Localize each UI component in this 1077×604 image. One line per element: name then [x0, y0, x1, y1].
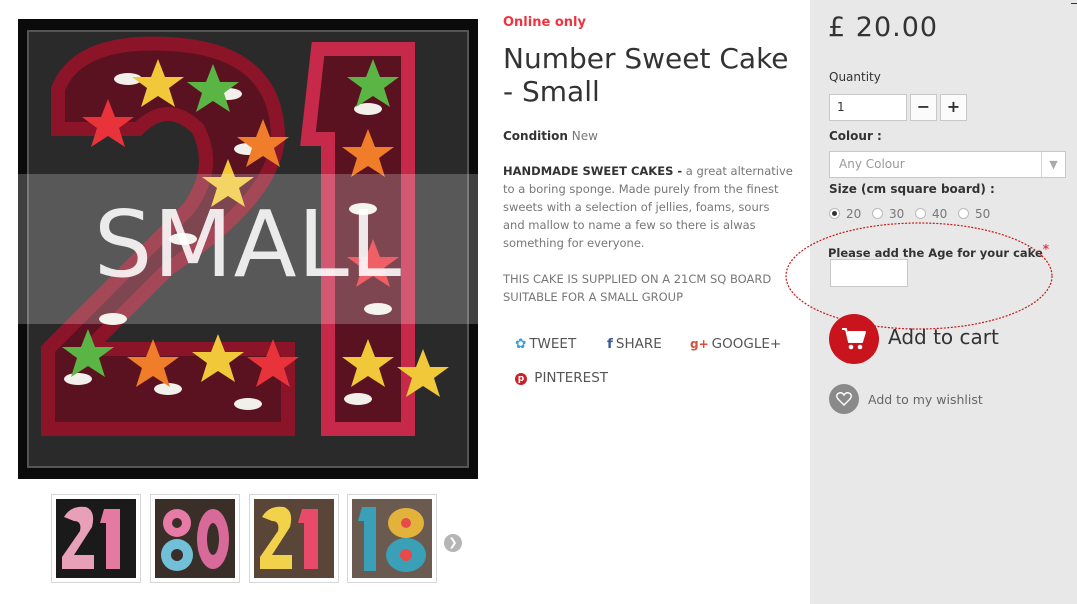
thumbnail-next-arrow-icon[interactable]: ❯ — [444, 534, 462, 552]
quantity-label: Quantity — [829, 70, 881, 84]
colour-label: Colour : — [829, 129, 882, 143]
size-option-20[interactable]: 20 — [829, 207, 861, 221]
thumbnail-1[interactable] — [51, 494, 141, 583]
plus-icon: + — [946, 97, 961, 116]
google-plus-icon: g+ — [690, 337, 709, 351]
share-google-label: GOOGLE+ — [711, 336, 782, 352]
wishlist-label[interactable]: Add to my wishlist — [868, 392, 983, 407]
radio-icon[interactable] — [915, 208, 926, 219]
size-label: Size (cm square board) : — [829, 182, 995, 196]
condition-label: Condition — [503, 129, 568, 143]
add-to-cart-button[interactable] — [829, 314, 879, 364]
age-input[interactable] — [830, 259, 908, 287]
size-option-30[interactable]: 30 — [872, 207, 904, 221]
share-pinterest-button[interactable]: p PINTEREST — [515, 370, 608, 386]
purchase-panel — [810, 0, 1077, 604]
thumbnail-image — [56, 499, 136, 578]
quantity-increase-button[interactable]: + — [940, 94, 967, 121]
colour-select[interactable]: Any Colour ▼ — [829, 151, 1066, 178]
share-tweet-button[interactable]: ✿ TWEET — [515, 336, 576, 352]
quantity-input[interactable]: 1 — [829, 94, 907, 121]
required-asterisk: * — [1042, 242, 1050, 256]
size-option-40[interactable]: 40 — [915, 207, 947, 221]
share-facebook-label: SHARE — [615, 336, 662, 352]
share-pinterest-label: PINTEREST — [534, 370, 609, 386]
product-board-note: THIS CAKE IS SUPPLIED ON A 21CM SQ BOARD… — [503, 272, 772, 304]
product-description: HANDMADE SWEET CAKES - a great alternati… — [503, 162, 793, 252]
radio-icon[interactable] — [872, 208, 883, 219]
colour-selected-value: Any Colour — [839, 157, 905, 171]
size-option-50[interactable]: 50 — [958, 207, 990, 221]
pinterest-icon: p — [515, 373, 527, 385]
online-only-badge: Online only — [503, 15, 586, 30]
cart-icon — [842, 328, 866, 350]
product-price: £ 20.00 — [828, 12, 939, 43]
chevron-down-icon[interactable]: ▼ — [1041, 152, 1065, 177]
wishlist-button[interactable] — [829, 384, 859, 414]
product-condition: Condition New — [503, 129, 598, 143]
share-tweet-label: TWEET — [529, 336, 577, 352]
heart-icon — [836, 392, 852, 406]
thumbnail-3[interactable] — [249, 494, 339, 583]
facebook-icon: f — [607, 336, 613, 352]
size-option-label: 50 — [975, 207, 991, 221]
corner-mark — [1071, 3, 1077, 4]
product-title: Number Sweet Cake - Small — [503, 42, 789, 108]
condition-value: New — [571, 129, 598, 143]
size-option-label: 40 — [932, 207, 948, 221]
image-overlay-text: SMALL — [93, 191, 403, 298]
thumbnail-2[interactable] — [150, 494, 240, 583]
radio-checked-icon[interactable] — [829, 208, 840, 219]
share-google-button[interactable]: g+ GOOGLE+ — [690, 336, 781, 352]
thumbnail-image — [352, 499, 432, 578]
age-label: Please add the Age for your cake* — [828, 242, 1049, 260]
main-product-image[interactable]: SMALL — [18, 19, 478, 479]
thumbnail-image — [155, 499, 235, 578]
quantity-decrease-button[interactable]: − — [910, 94, 937, 121]
thumbnail-image — [254, 499, 334, 578]
description-lead: HANDMADE SWEET CAKES - — [503, 164, 683, 178]
radio-icon[interactable] — [958, 208, 969, 219]
size-option-label: 30 — [889, 207, 905, 221]
twitter-icon: ✿ — [515, 336, 527, 352]
add-to-cart-label[interactable]: Add to cart — [888, 325, 999, 349]
size-option-label: 20 — [846, 207, 862, 221]
minus-icon: − — [916, 97, 931, 116]
thumbnail-4[interactable] — [347, 494, 437, 583]
share-facebook-button[interactable]: f SHARE — [607, 336, 662, 352]
age-label-text: Please add the Age for your cake — [828, 246, 1043, 260]
